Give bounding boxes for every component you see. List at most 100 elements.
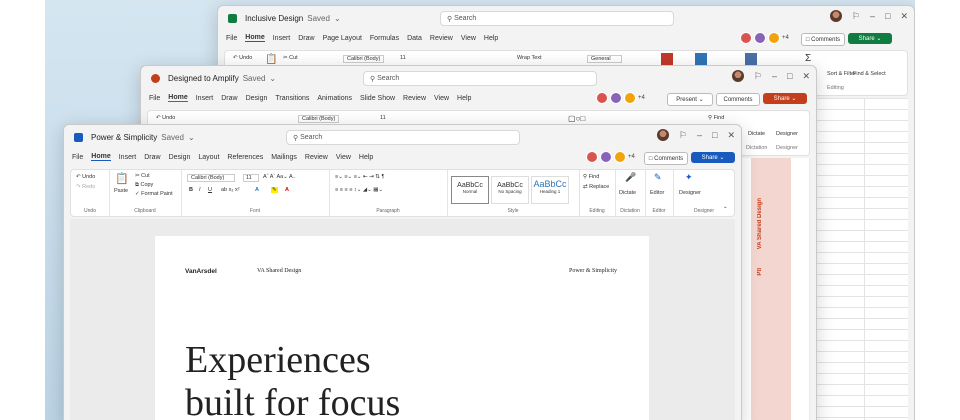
redo-button[interactable]: ↷ Redo <box>76 184 95 190</box>
editor-icon[interactable]: ✎ <box>654 172 662 183</box>
undo-button[interactable]: ↶ Undo <box>76 174 95 180</box>
text-effects-icon[interactable]: A <box>255 187 259 193</box>
ppt-font-select[interactable]: Calibri (Body) <box>298 115 340 123</box>
style-heading-1[interactable]: AaBbCc Heading 1 <box>531 176 569 204</box>
excel-sum-icon[interactable]: Σ <box>805 53 811 64</box>
ppt-find-button[interactable]: ⚲ Find <box>708 115 724 121</box>
excel-wrap-text-button[interactable]: Wrap Text <box>517 55 542 61</box>
word-comments-button[interactable]: □ Comments <box>644 152 688 165</box>
minimize-icon[interactable]: – <box>772 71 777 81</box>
tab-draw[interactable]: Draw <box>298 35 314 42</box>
grow-font-icon[interactable]: Aˆ Aˇ Aa⌄ A₋ <box>263 174 296 180</box>
ppt-search-input[interactable]: ⚲ Search <box>363 71 597 86</box>
tab-help[interactable]: Help <box>457 95 471 102</box>
feedback-icon[interactable]: ⚐ <box>852 11 860 22</box>
find-button[interactable]: ⚲ Find <box>583 174 599 180</box>
chevron-down-icon[interactable]: ⌄ <box>269 74 276 83</box>
close-icon[interactable]: ✕ <box>727 130 735 141</box>
designer-button[interactable]: Designer <box>679 190 701 196</box>
tab-layout[interactable]: Layout <box>198 154 219 161</box>
cut-button[interactable]: ✂ Cut <box>135 173 150 179</box>
ppt-present-button[interactable]: Present ⌄ <box>667 93 713 106</box>
tab-help[interactable]: Help <box>359 154 373 161</box>
excel-paste-icon[interactable]: 📋 <box>265 54 277 65</box>
word-search-input[interactable]: ⚲ Search <box>286 130 520 145</box>
ppt-slide[interactable]: VA Shared Design PtI <box>741 158 809 420</box>
excel-cell-styles-icon[interactable] <box>745 53 757 65</box>
ppt-designer-button[interactable]: Designer <box>776 131 798 137</box>
paste-button[interactable]: Paste <box>114 188 128 194</box>
tab-view[interactable]: View <box>336 154 351 161</box>
designer-icon[interactable]: ✦ <box>685 172 693 183</box>
italic-icon[interactable]: I <box>199 187 201 193</box>
excel-conditional-format-icon[interactable] <box>661 53 673 65</box>
tab-review[interactable]: Review <box>430 35 453 42</box>
tab-references[interactable]: References <box>227 154 263 161</box>
word-saved-status[interactable]: Saved <box>161 133 184 142</box>
excel-number-format-select[interactable]: General <box>587 55 622 63</box>
excel-cut-button[interactable]: ✂ Cut <box>283 55 298 61</box>
underline-icon[interactable]: U <box>208 187 212 193</box>
feedback-icon[interactable]: ⚐ <box>754 71 762 82</box>
microphone-icon[interactable]: 🎤 <box>625 172 636 183</box>
tab-data[interactable]: Data <box>407 35 422 42</box>
tab-formulas[interactable]: Formulas <box>370 35 399 42</box>
tab-file[interactable]: File <box>72 154 83 161</box>
close-icon[interactable]: ✕ <box>900 11 908 22</box>
tab-insert[interactable]: Insert <box>119 154 137 161</box>
tab-home[interactable]: Home <box>245 34 265 42</box>
tab-view[interactable]: View <box>434 95 449 102</box>
chevron-down-icon[interactable]: ⌄ <box>334 14 341 23</box>
dictate-button[interactable]: Dictate <box>619 190 636 196</box>
bold-icon[interactable]: B <box>189 187 193 193</box>
excel-collaborators[interactable]: +4 <box>740 32 789 44</box>
excel-undo-button[interactable]: ↶ Undo <box>233 55 252 61</box>
maximize-icon[interactable]: □ <box>885 11 890 21</box>
tab-home[interactable]: Home <box>168 94 188 102</box>
tab-review[interactable]: Review <box>403 95 426 102</box>
close-icon[interactable]: ✕ <box>802 71 810 82</box>
tab-home[interactable]: Home <box>91 153 111 161</box>
excel-search-input[interactable]: ⚲ Search <box>440 11 674 26</box>
word-collaborators[interactable]: +4 <box>586 151 635 163</box>
style-no-spacing[interactable]: AaBbCc No Spacing <box>491 176 529 204</box>
tab-design[interactable]: Design <box>246 95 268 102</box>
ppt-dictate-button[interactable]: Dictate <box>748 131 765 137</box>
excel-size-select[interactable]: 11 <box>400 55 406 61</box>
copy-button[interactable]: ⧉ Copy <box>135 182 153 189</box>
font-size-select[interactable]: 11 <box>243 174 259 182</box>
tab-transitions[interactable]: Transitions <box>275 95 309 102</box>
avatar[interactable] <box>656 129 669 141</box>
ppt-comments-button[interactable]: Comments <box>716 93 760 106</box>
ppt-collaborators[interactable]: +4 <box>596 92 645 104</box>
tab-page-layout[interactable]: Page Layout <box>323 35 362 42</box>
avatar[interactable] <box>731 70 744 82</box>
tab-slide-show[interactable]: Slide Show <box>360 95 395 102</box>
font-name-select[interactable]: Calibri (Body) <box>187 174 236 182</box>
bullets-icon[interactable]: ≡⌄ ≡⌄ ≡⌄ ⇤ ⇥ ⇅ ¶ <box>335 174 384 180</box>
tab-view[interactable]: View <box>461 35 476 42</box>
ribbon-collapse-chevron-icon[interactable]: ⌄ <box>723 204 728 210</box>
excel-sort-filter-button[interactable]: Sort & Filter <box>827 71 856 77</box>
font-color-icon[interactable]: A <box>285 187 289 193</box>
chevron-down-icon[interactable]: ⌄ <box>188 133 195 142</box>
minimize-icon[interactable]: – <box>697 130 702 140</box>
tab-help[interactable]: Help <box>484 35 498 42</box>
tab-design[interactable]: Design <box>169 154 191 161</box>
style-normal[interactable]: AaBbCc Normal <box>451 176 489 204</box>
excel-comments-button[interactable]: □ Comments <box>801 33 845 46</box>
minimize-icon[interactable]: – <box>870 11 875 21</box>
replace-button[interactable]: ⇄ Replace <box>583 184 609 190</box>
feedback-icon[interactable]: ⚐ <box>679 130 687 141</box>
align-icon[interactable]: ≡ ≡ ≡ ≡ ↕⌄ ◢⌄ ▦⌄ <box>335 187 383 193</box>
paste-icon[interactable]: 📋 <box>115 172 129 185</box>
excel-share-button[interactable]: Share ⌄ <box>848 33 892 44</box>
word-share-button[interactable]: Share ⌄ <box>691 152 735 163</box>
ppt-undo-button[interactable]: ↶ Undo <box>156 115 175 121</box>
ppt-shapes-icon[interactable]: ▢○□ <box>568 114 585 123</box>
strikethrough-icon[interactable]: ab x₂ x² <box>221 187 240 193</box>
tab-file[interactable]: File <box>149 95 160 102</box>
excel-find-select-button[interactable]: Find & Select <box>853 71 886 77</box>
avatar[interactable] <box>829 10 842 22</box>
highlight-icon[interactable]: ✎ <box>271 187 278 193</box>
